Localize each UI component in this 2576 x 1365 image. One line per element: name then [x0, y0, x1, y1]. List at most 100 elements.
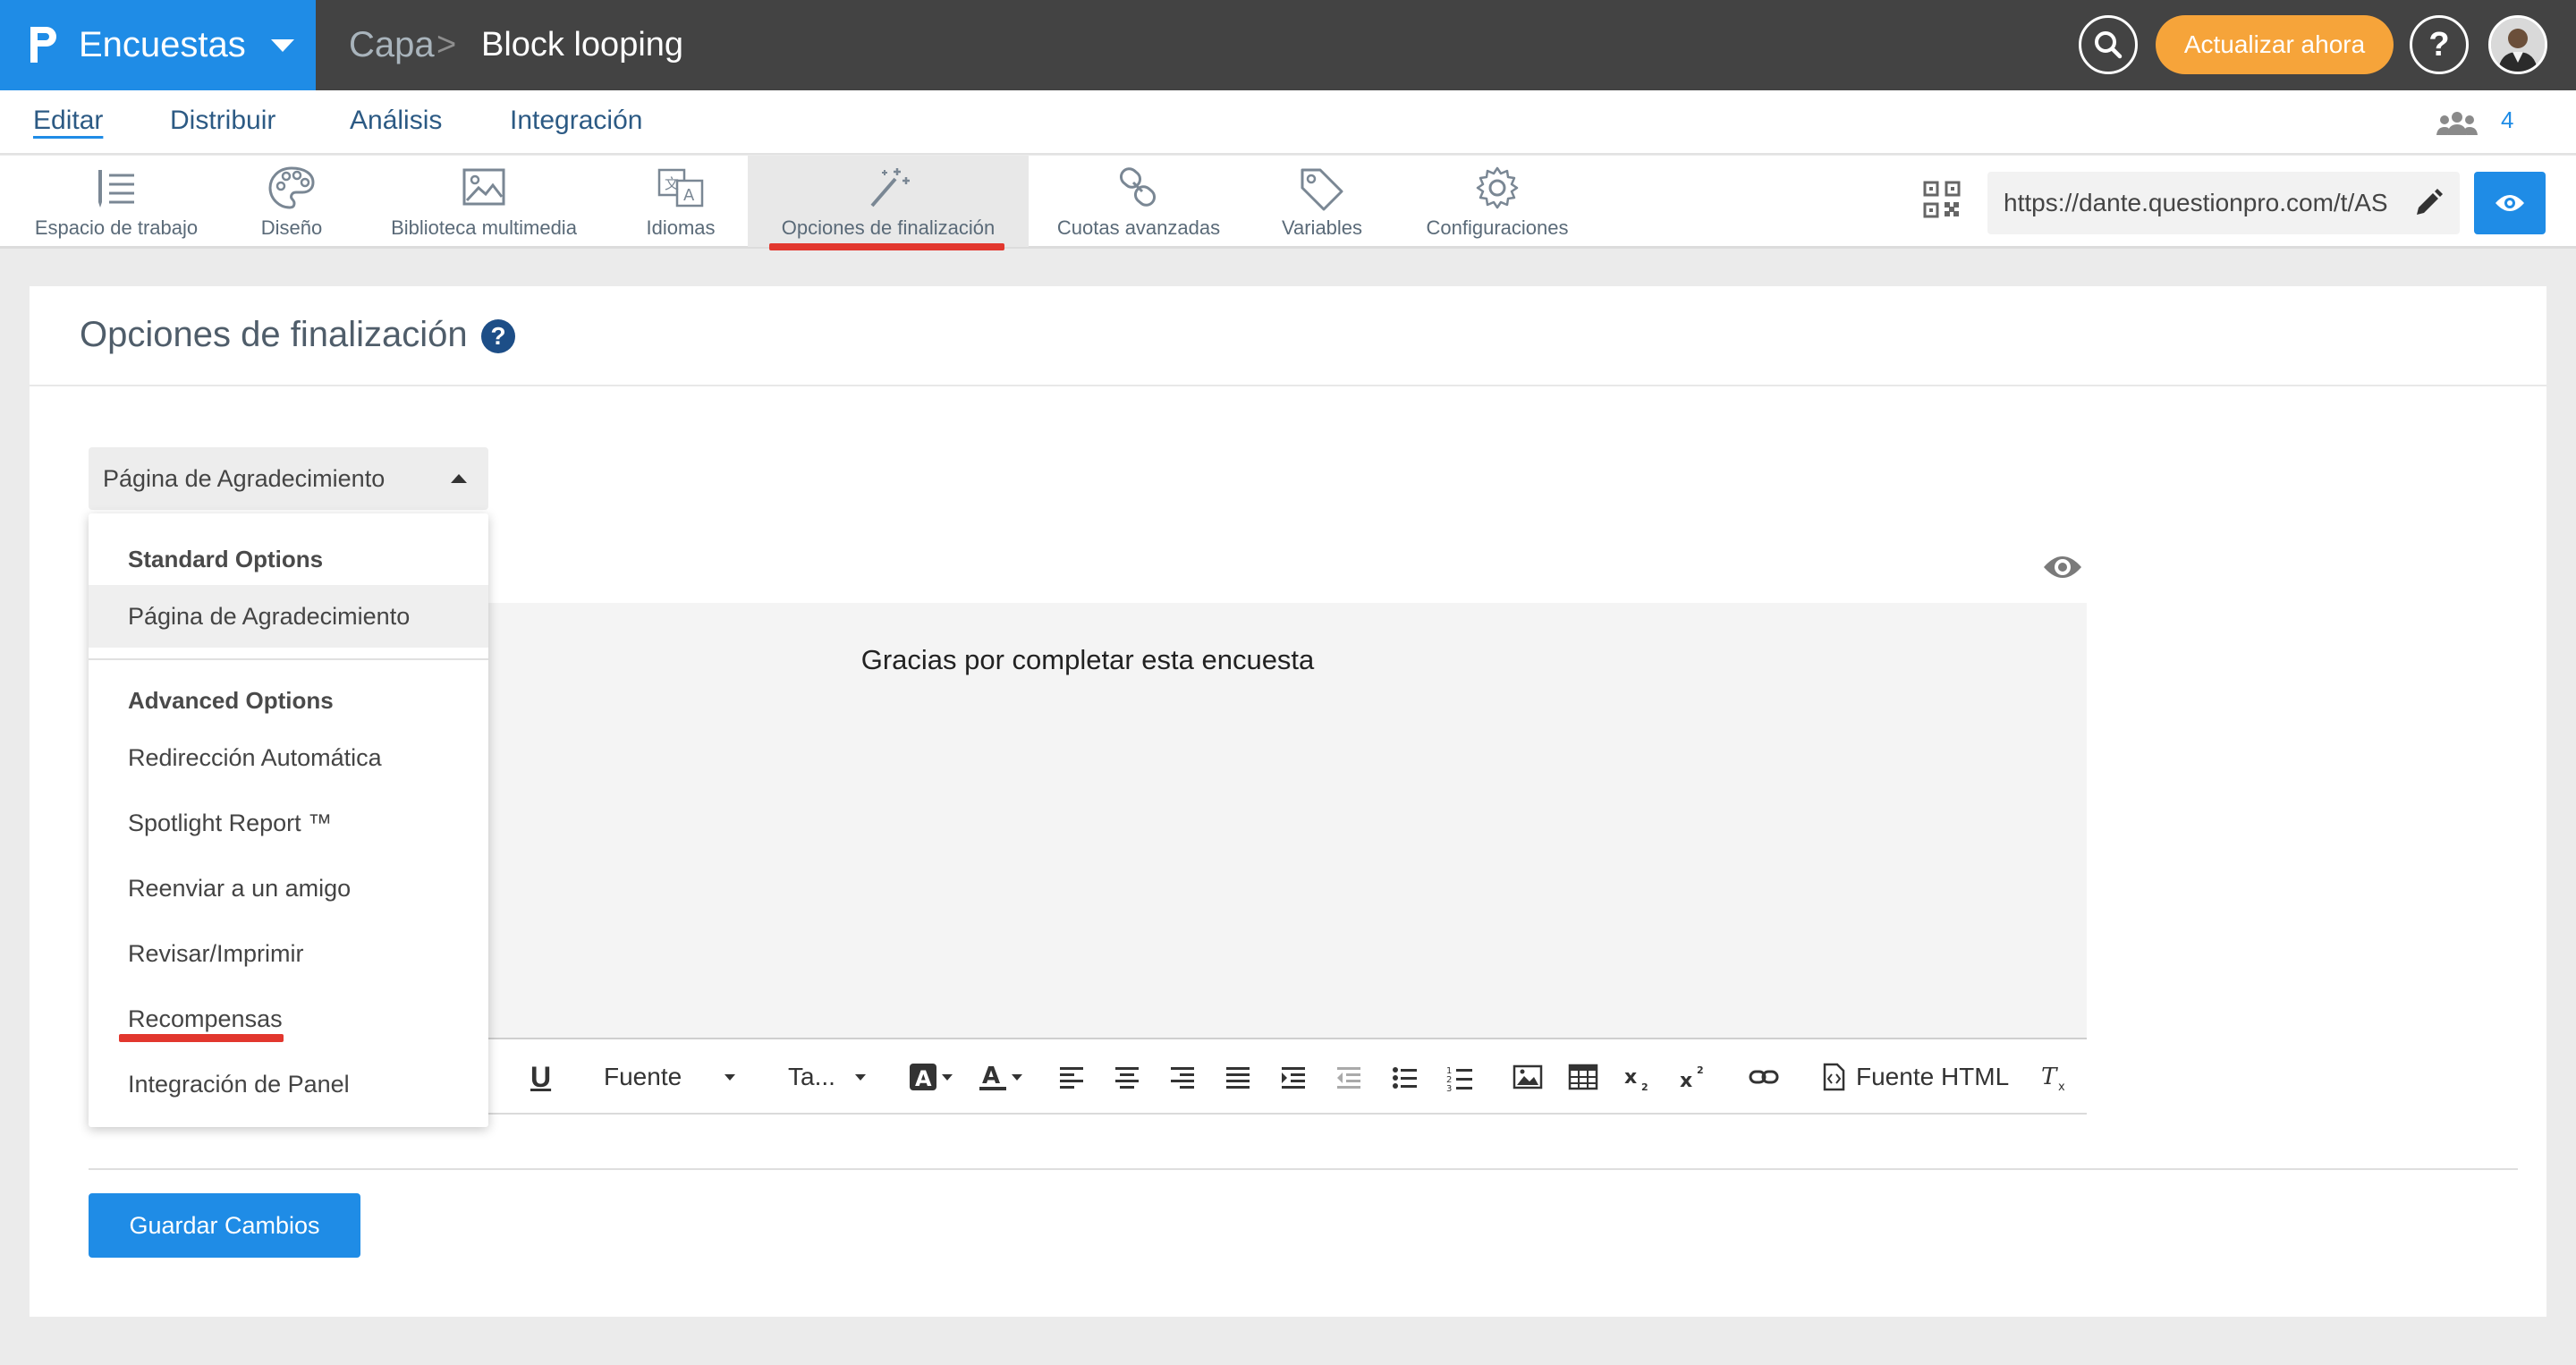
users-icon[interactable] — [2435, 110, 2479, 137]
svg-text:3: 3 — [1446, 1084, 1452, 1092]
indent-icon — [1282, 1067, 1305, 1089]
translate-icon: 文 A — [657, 168, 704, 208]
caret-up-icon — [451, 474, 467, 483]
align-justify-icon — [1226, 1067, 1250, 1089]
divider — [89, 1168, 2518, 1170]
tool-label: Biblioteca multimedia — [391, 216, 577, 239]
tool-media-library[interactable]: Biblioteca multimedia — [376, 156, 592, 247]
bulleted-list-button[interactable] — [1389, 1039, 1419, 1115]
tool-languages[interactable]: 文 A Idiomas — [635, 156, 726, 247]
caret-down-icon — [942, 1073, 953, 1081]
size-select-label: Ta... — [788, 1063, 835, 1090]
align-left-button[interactable] — [1056, 1039, 1087, 1115]
indent-button[interactable] — [1278, 1039, 1309, 1115]
breadcrumb-separator: > — [436, 26, 457, 64]
insert-table-button[interactable] — [1568, 1039, 1598, 1115]
svg-text:2: 2 — [1641, 1081, 1648, 1092]
table-icon — [1568, 1064, 1598, 1090]
tool-advanced-quotas[interactable]: Cuotas avanzadas — [1055, 156, 1222, 247]
preview-button[interactable] — [2474, 172, 2546, 234]
top-bar: Encuestas Capa > Block looping Actualiza… — [0, 0, 2576, 90]
avatar[interactable] — [2488, 15, 2547, 74]
tool-label: Variables — [1281, 216, 1363, 239]
palette-icon — [268, 166, 315, 209]
font-select[interactable]: Fuente — [604, 1039, 736, 1115]
breadcrumb-parent[interactable]: Capa — [349, 0, 435, 90]
tool-label: Espacio de trabajo — [34, 216, 199, 239]
dropdown-separator — [89, 658, 488, 660]
clear-format-icon: Tx — [2041, 1064, 2065, 1092]
rewards-highlight-underline — [119, 1034, 284, 1042]
eye-icon — [2496, 195, 2524, 211]
image-icon — [462, 168, 505, 206]
link-icon — [1119, 167, 1157, 207]
align-left-icon — [1060, 1067, 1083, 1089]
align-center-icon — [1115, 1067, 1139, 1089]
svg-text:x: x — [1624, 1066, 1637, 1089]
background-color-button[interactable]: A — [908, 1039, 953, 1115]
superscript-button[interactable]: x2 — [1679, 1039, 1709, 1115]
help-button[interactable]: ? — [2410, 15, 2469, 74]
app-switcher[interactable]: Encuestas — [0, 0, 316, 90]
nav-analisis[interactable]: Análisis — [350, 90, 442, 153]
save-changes-button[interactable]: Guardar Cambios — [89, 1193, 360, 1258]
tool-completion-options[interactable]: Opciones de finalización — [748, 156, 1029, 247]
gear-icon — [1476, 166, 1519, 209]
dropdown-option-thank-you-page[interactable]: Página de Agradecimiento — [89, 585, 488, 648]
svg-text:A: A — [982, 1063, 1000, 1089]
pencil-icon[interactable] — [2413, 188, 2444, 218]
select-value: Página de Agradecimiento — [103, 464, 386, 492]
preview-eye-icon[interactable] — [2042, 549, 2083, 585]
dropdown-group-header: Advanced Options — [128, 687, 334, 714]
tool-label: Configuraciones — [1426, 216, 1569, 239]
text-color-button[interactable]: A — [978, 1039, 1022, 1115]
align-right-icon — [1171, 1067, 1194, 1089]
nav-distribuir[interactable]: Distribuir — [170, 90, 275, 153]
survey-url-field[interactable]: https://dante.questionpro.com/t/AS — [1987, 172, 2460, 234]
tool-workspace[interactable]: Espacio de trabajo — [20, 156, 213, 247]
survey-url[interactable]: https://dante.questionpro.com/t/AS — [2004, 189, 2397, 217]
caret-down-icon — [1012, 1073, 1022, 1081]
search-icon — [2095, 31, 2123, 59]
clear-format-button[interactable]: Tx — [2040, 1039, 2071, 1115]
questionpro-logo-icon — [30, 26, 56, 63]
user-avatar-icon — [2491, 18, 2545, 72]
tool-variables[interactable]: Variables — [1274, 156, 1370, 247]
users-count: 4 — [2501, 106, 2514, 133]
tool-settings[interactable]: Configuraciones — [1422, 156, 1572, 247]
svg-text:2: 2 — [1697, 1064, 1704, 1076]
justify-button[interactable] — [1223, 1039, 1253, 1115]
outdent-button[interactable] — [1334, 1039, 1364, 1115]
numbered-list-button[interactable]: 123 — [1445, 1039, 1475, 1115]
insert-image-button[interactable] — [1513, 1039, 1543, 1115]
size-select[interactable]: Ta... — [788, 1039, 866, 1115]
qr-code-icon[interactable] — [1923, 181, 1961, 218]
active-tab-highlight — [769, 243, 1004, 250]
completion-type-select[interactable]: Página de Agradecimiento — [89, 447, 488, 510]
svg-text:文: 文 — [665, 175, 679, 192]
align-center-button[interactable] — [1112, 1039, 1142, 1115]
html-source-label: Fuente HTML — [1856, 1063, 2010, 1090]
dropdown-option-panel-integration[interactable]: Integración de Panel — [89, 1053, 488, 1115]
subscript-button[interactable]: x2 — [1623, 1039, 1654, 1115]
nav-editar[interactable]: Editar — [33, 90, 103, 153]
underline-button[interactable]: U — [530, 1039, 551, 1115]
tool-design[interactable]: Diseño — [242, 156, 342, 247]
nav-integracion[interactable]: Integración — [510, 90, 642, 153]
search-button[interactable] — [2079, 15, 2138, 74]
image-icon — [1513, 1064, 1543, 1089]
html-source-button[interactable]: Fuente HTML — [1818, 1039, 2009, 1115]
dropdown-option-auto-redirect[interactable]: Redirección Automática — [89, 726, 488, 789]
dropdown-option-spotlight-report[interactable]: Spotlight Report ™ — [89, 792, 488, 854]
dropdown-option-forward-friend[interactable]: Reenviar a un amigo — [89, 857, 488, 920]
tag-icon — [1301, 168, 1343, 211]
dropdown-option-review-print[interactable]: Revisar/Imprimir — [89, 922, 488, 985]
align-right-button[interactable] — [1167, 1039, 1198, 1115]
superscript-icon: x2 — [1680, 1064, 1704, 1092]
insert-link-button[interactable] — [1749, 1039, 1779, 1115]
upgrade-button[interactable]: Actualizar ahora — [2156, 15, 2394, 74]
help-circle-icon[interactable]: ? — [481, 319, 515, 353]
completion-type-dropdown: Standard Options Página de Agradecimient… — [89, 513, 488, 1127]
svg-text:T: T — [2041, 1064, 2058, 1090]
svg-text:A: A — [683, 186, 695, 205]
